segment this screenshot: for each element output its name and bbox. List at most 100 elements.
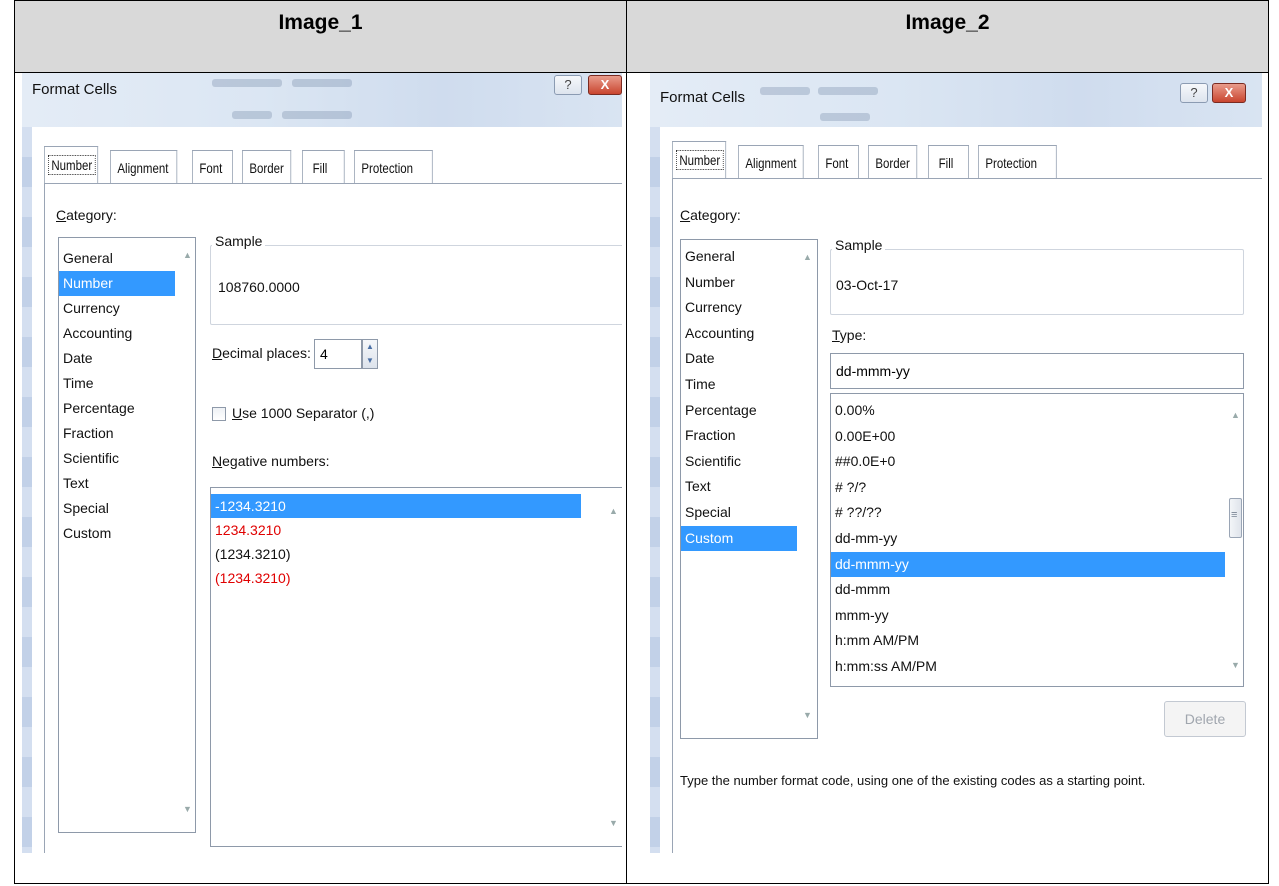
category-listbox[interactable]: General Number Currency Accounting Date Time P… [58, 237, 196, 833]
negative-number-option[interactable]: (1234.3210) [211, 566, 581, 590]
spin-up-icon[interactable]: ▲ [363, 340, 377, 354]
scroll-down-icon[interactable]: ▼ [609, 818, 618, 828]
list-item[interactable]: h:mm AM/PM [831, 628, 1225, 654]
blurred-background [820, 113, 870, 121]
delete-button[interactable]: Delete [1164, 701, 1246, 737]
list-item[interactable]: dd-mm-yy [831, 526, 1225, 552]
list-item[interactable]: dd-mmm [831, 577, 1225, 603]
list-item[interactable]: ##0.0E+0 [831, 449, 1225, 475]
list-item[interactable]: Number [59, 271, 175, 296]
tab-number[interactable]: Number [44, 146, 99, 184]
tab-label: Border [249, 159, 284, 176]
use-1000-separator-checkbox[interactable] [212, 407, 226, 421]
category-listbox[interactable]: General Number Currency Accounting Date Time P… [680, 239, 818, 739]
scroll-down-icon[interactable]: ▼ [1231, 660, 1240, 670]
tab-label: Alignment [745, 154, 797, 171]
scroll-down-icon[interactable]: ▼ [183, 804, 192, 814]
close-button[interactable]: X [1212, 83, 1246, 103]
list-item[interactable]: dd-mmm-yy [831, 551, 1225, 578]
separator-label-accel: U [232, 405, 243, 421]
list-item[interactable]: Date [681, 346, 797, 372]
tab-alignment[interactable]: Alignment [738, 145, 804, 179]
list-item[interactable]: Fraction [59, 421, 175, 446]
list-item[interactable]: Time [681, 372, 797, 398]
spin-down-icon[interactable]: ▼ [363, 354, 377, 368]
scroll-up-icon[interactable]: ▲ [609, 506, 618, 516]
list-item[interactable]: mmm-yy [831, 603, 1225, 629]
dialog-body: Number Alignment Font Border Fill Protec… [660, 127, 1262, 853]
list-item[interactable]: Scientific [59, 446, 175, 471]
list-item[interactable]: Accounting [681, 321, 797, 347]
list-item[interactable]: Text [59, 471, 175, 496]
sample-label: Sample [212, 233, 266, 249]
tab-alignment[interactable]: Alignment [110, 150, 178, 184]
tab-protection[interactable]: Protection [354, 150, 433, 184]
list-item[interactable]: Currency [59, 296, 175, 321]
close-icon: X [600, 77, 610, 92]
tab-border[interactable]: Border [242, 150, 292, 184]
blurred-background [292, 79, 352, 87]
scroll-up-icon[interactable]: ▲ [1231, 410, 1240, 420]
list-item[interactable]: Accounting [59, 321, 175, 346]
decimal-places-input[interactable]: 4 [314, 339, 362, 369]
tab-border[interactable]: Border [868, 145, 918, 179]
tab-number[interactable]: Number [672, 141, 727, 179]
list-item[interactable]: Date [59, 346, 175, 371]
negative-number-option[interactable]: -1234.3210 [211, 494, 581, 518]
type-label-text: ype: [839, 327, 867, 343]
list-item[interactable]: 0.00% [831, 398, 1225, 424]
tab-label: Fill [312, 159, 328, 176]
tab-label: Number [676, 150, 724, 170]
list-item[interactable]: Text [681, 474, 797, 500]
tab-font[interactable]: Font [192, 150, 233, 184]
list-item[interactable]: Time [59, 371, 175, 396]
help-icon: ? [1190, 85, 1198, 100]
scroll-up-icon[interactable]: ▲ [803, 252, 812, 262]
list-item[interactable]: Percentage [681, 398, 797, 424]
close-button[interactable]: X [588, 75, 622, 95]
tab-panel-left-border [44, 183, 45, 853]
list-item[interactable]: # ??/?? [831, 500, 1225, 526]
list-item[interactable]: Number [681, 270, 797, 296]
sample-label: Sample [832, 237, 886, 253]
list-item[interactable]: Special [59, 496, 175, 521]
format-code-listbox[interactable]: 0.00% 0.00E+00 ##0.0E+0 # ?/? # ??/?? dd-mm-y… [830, 393, 1244, 687]
list-item[interactable]: # ?/? [831, 475, 1225, 501]
blurred-background [818, 87, 878, 95]
decimal-places-spinner[interactable]: ▲ ▼ [362, 339, 378, 369]
decimal-places-label: Decimal places: [212, 345, 311, 361]
negative-number-option[interactable]: 1234.3210 [211, 518, 581, 542]
list-item[interactable]: Currency [681, 295, 797, 321]
tab-font[interactable]: Font [818, 145, 859, 179]
help-button[interactable]: ? [1180, 83, 1208, 103]
format-cells-dialog-2: Format Cells ? X Number Alignment Font B… [650, 73, 1262, 853]
list-item[interactable]: Percentage [59, 396, 175, 421]
list-item[interactable]: h:mm:ss AM/PM [831, 654, 1225, 680]
tab-label: Font [199, 159, 223, 176]
negative-number-option[interactable]: (1234.3210) [211, 542, 581, 566]
scroll-up-icon[interactable]: ▲ [183, 250, 192, 260]
format-hint-text: Type the number format code, using one o… [680, 773, 1146, 788]
tab-fill[interactable]: Fill [928, 145, 969, 179]
format-code-items: 0.00% 0.00E+00 ##0.0E+0 # ?/? # ??/?? dd-mm-y… [831, 394, 1225, 680]
list-item[interactable]: 0.00E+00 [831, 424, 1225, 450]
tab-fill[interactable]: Fill [302, 150, 345, 184]
scrollbar-thumb[interactable] [1229, 498, 1242, 538]
tab-protection[interactable]: Protection [978, 145, 1057, 179]
type-input[interactable]: dd-mmm-yy [830, 353, 1244, 389]
category-label-accel: C [680, 207, 691, 223]
tab-panel-top-border [672, 178, 1262, 179]
scroll-down-icon[interactable]: ▼ [803, 710, 812, 720]
list-item[interactable]: Custom [59, 521, 175, 546]
list-item[interactable]: General [59, 246, 175, 271]
tab-label: Number [48, 155, 96, 175]
list-item[interactable]: Special [681, 500, 797, 526]
help-button[interactable]: ? [554, 75, 582, 95]
category-items: General Number Currency Accounting Date Time P… [59, 238, 195, 546]
list-item[interactable]: General [681, 244, 797, 270]
list-item[interactable]: Custom [681, 525, 797, 552]
column-divider [626, 1, 627, 883]
negative-numbers-listbox[interactable]: -1234.3210 1234.3210 (1234.3210) (1234.3210… [210, 487, 622, 847]
list-item[interactable]: Fraction [681, 423, 797, 449]
list-item[interactable]: Scientific [681, 449, 797, 475]
